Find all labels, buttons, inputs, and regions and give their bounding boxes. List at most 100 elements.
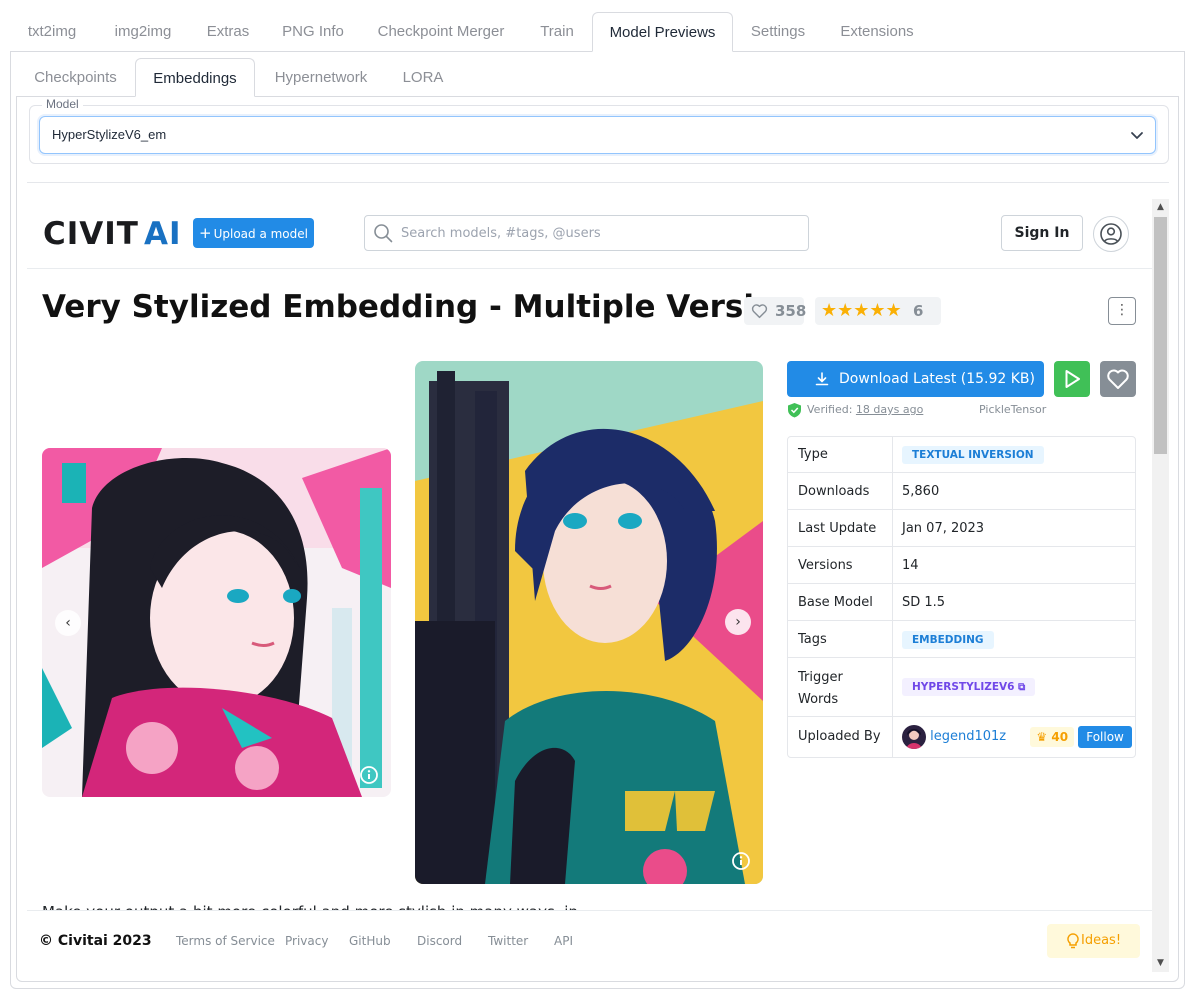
download-latest-button[interactable]: Download Latest (15.92 KB) [787,361,1044,397]
download-icon [815,372,829,386]
crown-icon: ♛ [1036,729,1048,744]
type-badge: TEXTUAL INVERSION [902,446,1044,464]
tab-train[interactable]: Train [520,12,594,52]
heart-icon[interactable] [1100,361,1136,397]
search-input[interactable]: Search models, #tags, @users [364,215,809,251]
ideas-button[interactable]: Ideas! [1047,924,1140,958]
detail-row-trigger-words: Trigger Words HYPERSTYLIZEV6 ⧉ [788,658,1135,717]
chevron-left-icon[interactable]: ‹ [55,610,81,636]
star-icon: ★★★★★ [821,300,902,321]
tab-txt2img[interactable]: txt2img [10,12,94,52]
chevron-right-icon[interactable]: › [725,609,751,635]
civitai-preview-frame[interactable]: CIVIT AI + Upload a model Search models, … [27,199,1169,972]
detail-row-last-update: Last Update Jan 07, 2023 [788,510,1135,547]
detail-row-type: Type TEXTUAL INVERSION [788,437,1135,473]
scroll-thumb[interactable] [1154,217,1167,454]
preview-image-2[interactable]: › [415,361,763,884]
uploader-link[interactable]: legend101z [930,729,1006,744]
detail-row-tags: Tags EMBEDDING [788,621,1135,658]
footer-link-privacy[interactable]: Privacy [285,911,328,971]
likes-badge: 358 [744,297,807,325]
upload-model-label: Upload a model [213,227,308,241]
copy-icon[interactable]: ⧉ [1018,682,1025,693]
model-label: Model [42,97,83,111]
detail-label: Trigger Words [798,670,843,707]
model-title: Very Stylized Embedding - Multiple Versi… [42,289,798,325]
detail-row-versions: Versions 14 [788,547,1135,584]
info-icon[interactable] [731,851,751,871]
verified-label: Verified: [807,403,853,416]
detail-value: 5,860 [902,484,940,499]
shield-check-icon [788,403,801,418]
verified-date-link[interactable]: 18 days ago [856,403,923,416]
rating-badge[interactable]: ★★★★★ 6 [815,297,941,325]
tag-badge[interactable]: EMBEDDING [902,631,994,649]
uploader-score-badge: ♛ 40 [1030,726,1075,747]
tab-checkpoints[interactable]: Checkpoints [16,58,135,97]
model-details-table: Type TEXTUAL INVERSION Downloads 5,860 L… [787,436,1136,758]
civitai-header: CIVIT AI + Upload a model Search models, … [27,199,1152,269]
chevron-down-icon [1131,132,1143,139]
follow-button[interactable]: Follow [1078,725,1132,748]
tab-extensions[interactable]: Extensions [823,12,931,52]
info-icon[interactable] [359,765,379,785]
sign-in-button[interactable]: Sign In [1001,215,1083,251]
detail-value: SD 1.5 [902,595,946,610]
user-icon[interactable] [1093,216,1129,252]
play-icon[interactable] [1054,361,1090,397]
tab-img2img[interactable]: img2img [94,12,192,52]
model-dropdown[interactable]: HyperStylizeV6_em [39,116,1156,154]
tab-lora[interactable]: LORA [387,58,459,97]
avatar[interactable] [902,725,926,749]
detail-label: Versions [798,558,853,573]
footer-link-github[interactable]: GitHub [349,911,391,971]
rating-count: 6 [913,302,924,320]
detail-label: Base Model [798,595,873,610]
model-dropdown-value: HyperStylizeV6_em [52,127,167,142]
detail-label: Tags [798,632,827,647]
detail-label: Last Update [798,521,877,536]
likes-count: 358 [775,302,807,320]
download-label: Download Latest (15.92 KB) [839,371,1035,387]
tab-embeddings[interactable]: Embeddings [135,58,255,97]
iframe-scrollbar[interactable]: ▲ ▼ [1152,199,1169,972]
footer-link-api[interactable]: API [554,911,573,971]
heart-icon [751,304,768,319]
detail-row-base-model: Base Model SD 1.5 [788,584,1135,621]
tab-hypernetwork[interactable]: Hypernetwork [255,58,387,97]
civitai-logo[interactable]: CIVIT AI [43,217,183,247]
footer-link-twitter[interactable]: Twitter [488,911,528,971]
verified-status: Verified: 18 days ago [787,402,923,418]
tab-checkpoint-merger[interactable]: Checkpoint Merger [362,12,520,52]
detail-row-downloads: Downloads 5,860 [788,473,1135,510]
more-icon[interactable]: ⋮ [1108,297,1136,325]
detail-label: Uploaded By [798,729,881,744]
tab-model-previews[interactable]: Model Previews [592,12,733,52]
footer-link-terms[interactable]: Terms of Service [176,911,275,971]
tab-png-info[interactable]: PNG Info [264,12,362,52]
detail-row-uploaded-by: Uploaded By legend101z ♛ 40 Follow [788,717,1135,757]
detail-label: Type [798,447,828,462]
civitai-footer: © Civitai 2023 Terms of Service Privacy … [27,910,1152,972]
detail-label: Downloads [798,484,870,499]
bulb-icon [1067,933,1079,949]
trigger-word-badge[interactable]: HYPERSTYLIZEV6 ⧉ [902,678,1036,696]
divider [27,182,1169,183]
search-icon [374,224,393,243]
detail-value: 14 [902,558,919,573]
svg-text:AI: AI [144,217,182,247]
footer-copyright: © Civitai 2023 [39,933,152,949]
preview-image-1[interactable]: ‹ [42,448,391,797]
search-placeholder: Search models, #tags, @users [401,226,601,241]
svg-text:CIVIT: CIVIT [43,217,139,247]
tab-extras[interactable]: Extras [192,12,264,52]
verified-by: PickleTensor [979,403,1047,416]
tab-settings[interactable]: Settings [733,12,823,52]
detail-value: Jan 07, 2023 [902,521,985,536]
scroll-down-arrow[interactable]: ▼ [1156,959,1165,968]
top-tab-bar: txt2img img2img Extras PNG Info Checkpoi… [10,12,1184,52]
scroll-up-arrow[interactable]: ▲ [1156,203,1165,212]
footer-link-discord[interactable]: Discord [417,911,462,971]
upload-model-button[interactable]: + Upload a model [193,218,314,248]
ideas-label: Ideas! [1081,933,1122,948]
